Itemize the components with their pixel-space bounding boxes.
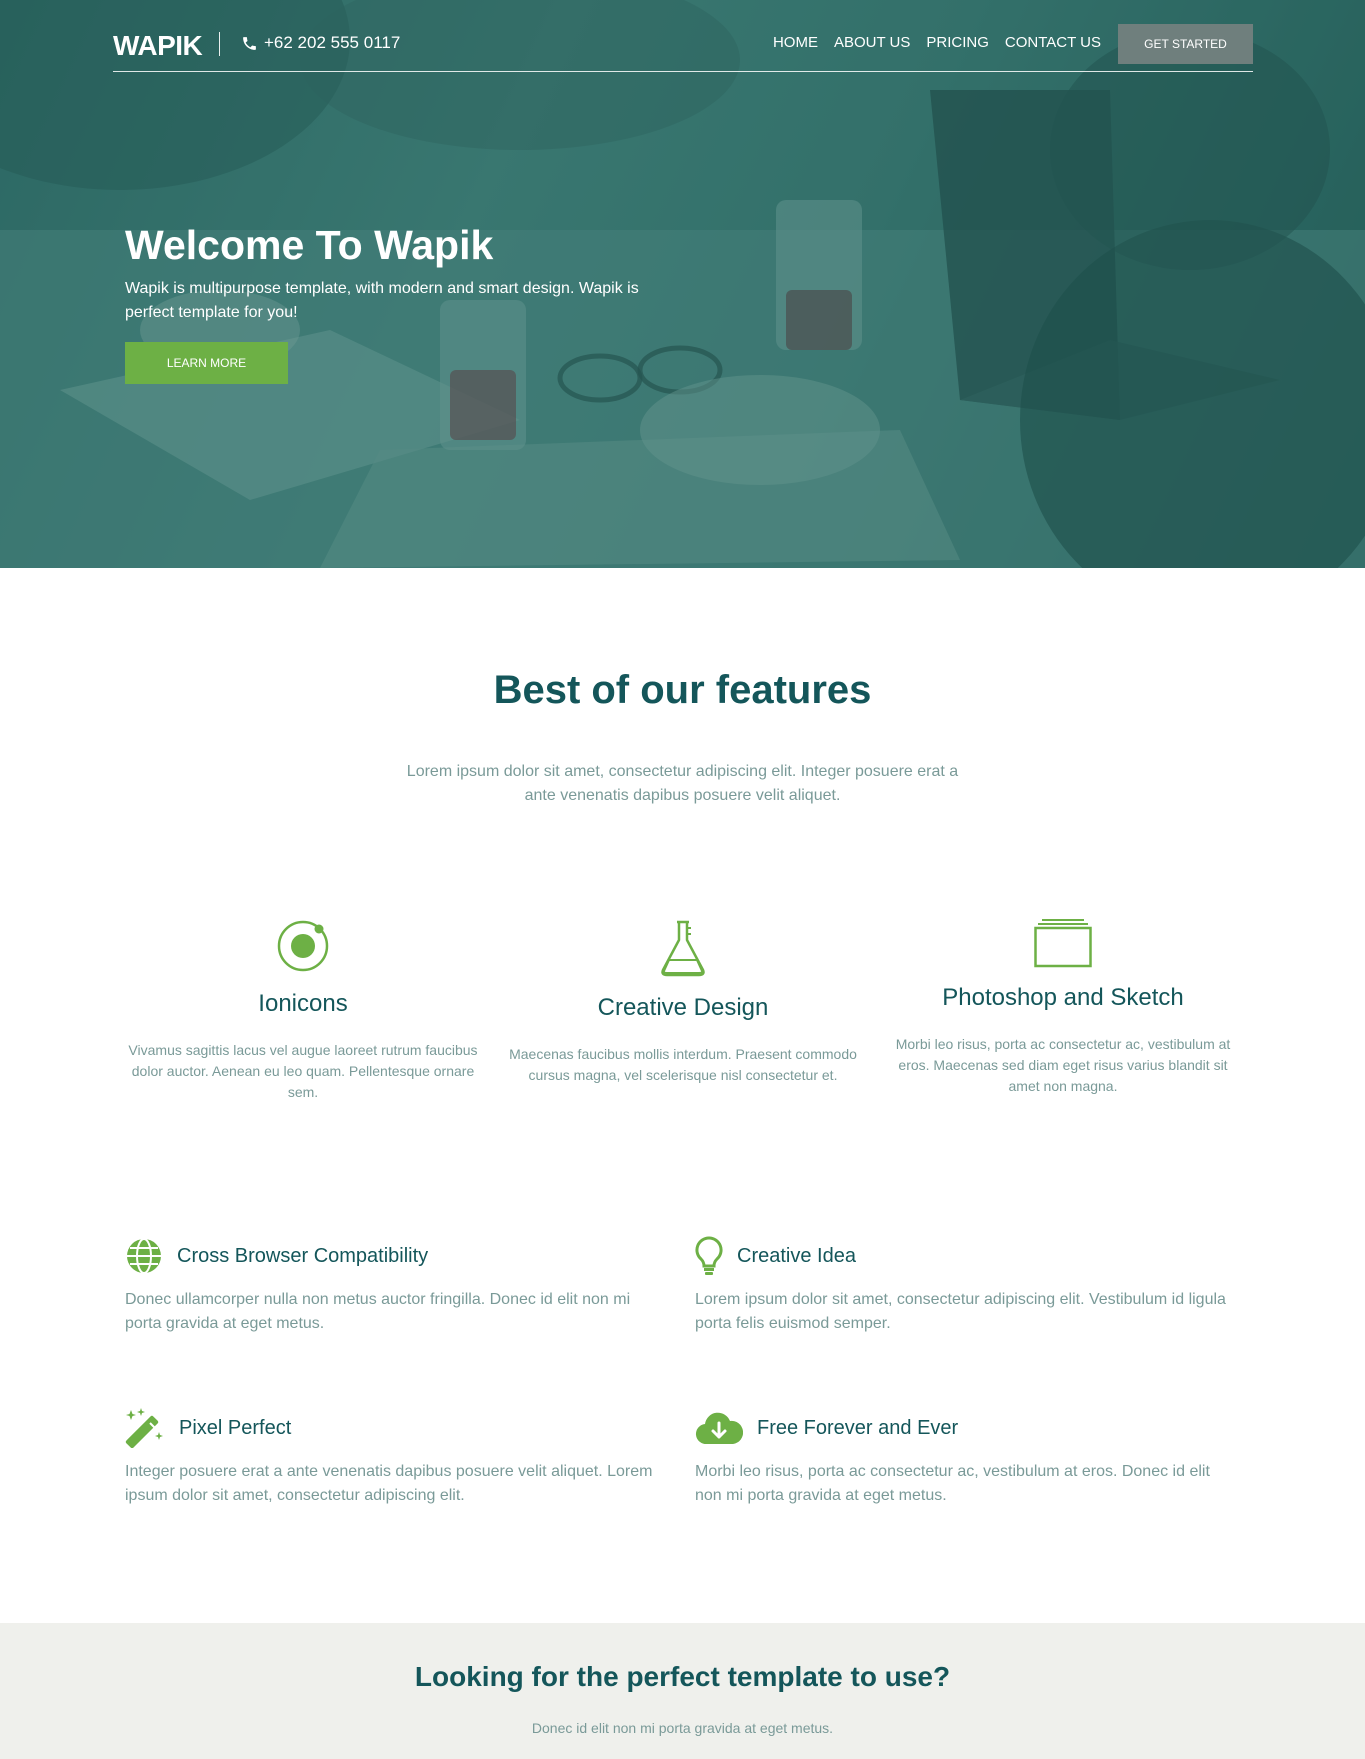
feature-title: Ionicons bbox=[258, 990, 348, 1017]
features-title: Best of our features bbox=[493, 668, 872, 712]
cta-title: Looking for the perfect template to use? bbox=[414, 1661, 951, 1692]
nav-contact-us[interactable]: CONTACT US bbox=[1005, 34, 1101, 51]
hero-title: Welcome To Wapik bbox=[125, 222, 494, 268]
feature-text: Morbi leo risus, porta ac consectetur ac… bbox=[895, 1036, 1231, 1094]
feature-card-photoshop-sketch: Photoshop and Sketch Morbi leo risus, po… bbox=[883, 918, 1243, 1097]
small-feature-title: Free Forever and Ever bbox=[757, 1416, 959, 1439]
globe-icon bbox=[127, 1238, 161, 1274]
cta-section: Looking for the perfect template to use?… bbox=[0, 1623, 1365, 1759]
small-feature-cross-browser: Cross Browser Compatibility Donec ullamc… bbox=[125, 1236, 670, 1336]
small-feature-text: Lorem ipsum dolor sit amet, consectetur … bbox=[695, 1291, 1226, 1332]
small-feature-title: Pixel Perfect bbox=[179, 1416, 292, 1439]
features-subtitle: Lorem ipsum dolor sit amet, consectetur … bbox=[406, 763, 959, 804]
hero-text: Wapik is multipurpose template, with mod… bbox=[125, 280, 639, 321]
logo-divider bbox=[219, 32, 220, 56]
feature-card-creative-design: Creative Design Maecenas faucibus mollis… bbox=[503, 918, 863, 1086]
get-started-button[interactable]: GET STARTED bbox=[1118, 24, 1253, 64]
small-feature-text: Donec ullamcorper nulla non metus auctor… bbox=[125, 1291, 631, 1332]
small-feature-text: Morbi leo risus, porta ac consectetur ac… bbox=[695, 1463, 1210, 1504]
nav-home[interactable]: HOME bbox=[773, 34, 818, 51]
feature-text: Maecenas faucibus mollis interdum. Praes… bbox=[509, 1046, 857, 1083]
magic-wand-icon bbox=[125, 1408, 163, 1448]
logo[interactable]: WAPIK bbox=[113, 30, 203, 62]
layers-icon bbox=[1034, 919, 1092, 968]
small-feature-text: Integer posuere erat a ante venenatis da… bbox=[125, 1463, 653, 1504]
small-feature-pixel-perfect: Pixel Perfect Integer posuere erat a ant… bbox=[125, 1408, 670, 1508]
small-feature-creative-idea: Creative Idea Lorem ipsum dolor sit amet… bbox=[695, 1236, 1240, 1336]
feature-title: Photoshop and Sketch bbox=[942, 984, 1184, 1011]
phone-contact: +62 202 555 0117 bbox=[241, 33, 400, 53]
nav-pricing[interactable]: PRICING bbox=[926, 34, 989, 51]
feature-card-ionicons: Ionicons Vivamus sagittis lacus vel augu… bbox=[123, 918, 483, 1103]
small-feature-title: Cross Browser Compatibility bbox=[177, 1244, 429, 1267]
ionic-icon bbox=[277, 920, 329, 972]
nav-about-us[interactable]: ABOUT US bbox=[834, 34, 910, 51]
small-feature-free-forever: Free Forever and Ever Morbi leo risus, p… bbox=[695, 1408, 1240, 1508]
feature-text: Vivamus sagittis lacus vel augue laoreet… bbox=[128, 1042, 478, 1100]
learn-more-button[interactable]: LEARN MORE bbox=[125, 342, 288, 384]
cta-subtitle: Donec id elit non mi porta gravida at eg… bbox=[531, 1720, 834, 1736]
phone-icon bbox=[243, 36, 256, 50]
nav-links: HOME ABOUT US PRICING CONTACT US bbox=[773, 34, 1101, 51]
small-feature-title: Creative Idea bbox=[737, 1244, 856, 1267]
flask-icon bbox=[661, 920, 705, 977]
phone-number: +62 202 555 0117 bbox=[264, 33, 401, 52]
hero-section: WAPIK +62 202 555 0117 HOME ABOUT US PRI… bbox=[0, 0, 1365, 568]
lightbulb-icon bbox=[695, 1236, 723, 1275]
top-navbar: WAPIK +62 202 555 0117 HOME ABOUT US PRI… bbox=[113, 24, 1253, 72]
cloud-download-icon bbox=[696, 1412, 743, 1445]
feature-title: Creative Design bbox=[597, 994, 769, 1021]
